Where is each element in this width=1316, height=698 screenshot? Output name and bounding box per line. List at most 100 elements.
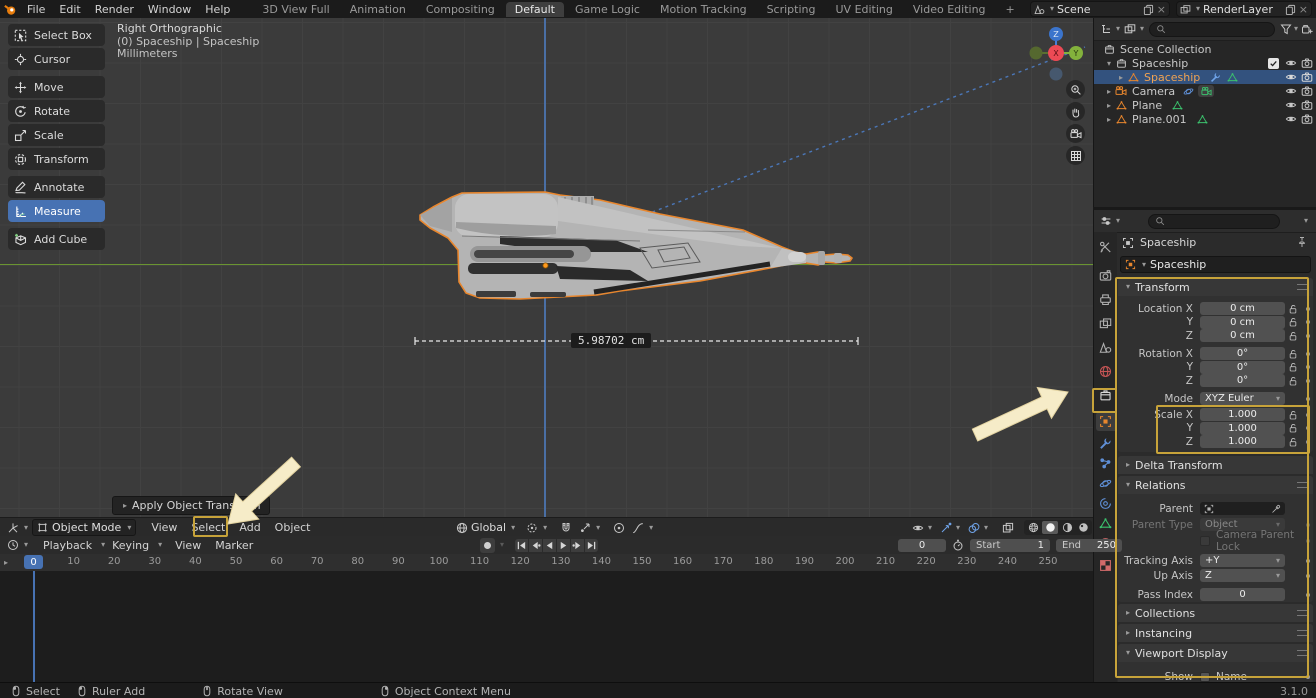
outliner-row-plane-001[interactable]: ▸ Plane.001 bbox=[1094, 112, 1316, 126]
disable-render-icon[interactable] bbox=[1301, 85, 1313, 97]
overlays-toggle-icon[interactable] bbox=[968, 522, 980, 534]
display-mode-icon[interactable] bbox=[1122, 23, 1138, 35]
workspace-tab-default[interactable]: Default bbox=[506, 2, 564, 17]
tab-object[interactable] bbox=[1096, 412, 1115, 431]
tab-object-data[interactable] bbox=[1098, 516, 1113, 531]
workspace-tab-scripting[interactable]: Scripting bbox=[758, 2, 825, 17]
scale-x-input[interactable]: 1.000 bbox=[1200, 408, 1285, 421]
location-x-input[interactable]: 0 cm bbox=[1200, 302, 1285, 315]
expander-right-icon[interactable]: ▸ bbox=[1104, 87, 1114, 96]
tab-view-layer[interactable] bbox=[1098, 316, 1113, 331]
orientation-label[interactable]: Global bbox=[471, 521, 506, 534]
disable-render-icon[interactable] bbox=[1301, 113, 1313, 125]
hide-eye-icon[interactable] bbox=[1285, 71, 1297, 83]
viewport-pan-button[interactable] bbox=[1066, 102, 1085, 121]
end-frame-input[interactable]: End 250 bbox=[1056, 539, 1122, 552]
previous-keyframe-button[interactable] bbox=[529, 539, 542, 552]
hide-eye-icon[interactable] bbox=[1285, 113, 1297, 125]
jump-to-start-button[interactable] bbox=[515, 539, 528, 552]
object-name-field[interactable]: ▾ Spaceship bbox=[1120, 256, 1311, 273]
outliner-row-plane[interactable]: ▸ Plane bbox=[1094, 98, 1316, 112]
viewport-menu-add[interactable]: Add bbox=[232, 521, 267, 534]
rotation-x-input[interactable]: 0° bbox=[1200, 347, 1285, 360]
lock-icon[interactable] bbox=[1285, 376, 1301, 386]
tool-scale[interactable]: Scale bbox=[8, 124, 105, 146]
shading-wireframe-icon[interactable] bbox=[1026, 522, 1040, 533]
location-z-input[interactable]: 0 cm bbox=[1200, 329, 1285, 342]
current-frame-input[interactable]: 0 bbox=[898, 539, 946, 552]
panel-grip-icon[interactable] bbox=[1297, 630, 1307, 636]
menu-window[interactable]: Window bbox=[141, 3, 198, 16]
mode-selector[interactable]: Object Mode ▾ bbox=[32, 519, 136, 536]
snap-with-icon[interactable] bbox=[579, 522, 591, 534]
hide-eye-icon[interactable] bbox=[1285, 99, 1297, 111]
workspace-tab-3d-view-full[interactable]: 3D View Full bbox=[253, 2, 338, 17]
play-button[interactable] bbox=[557, 539, 570, 552]
tab-render[interactable] bbox=[1098, 268, 1113, 283]
new-collection-icon[interactable] bbox=[1298, 23, 1316, 35]
workspace-tab-add[interactable]: + bbox=[997, 2, 1024, 17]
rotation-z-input[interactable]: 0° bbox=[1200, 374, 1285, 387]
animate-dot[interactable] bbox=[1306, 523, 1310, 527]
lock-icon[interactable] bbox=[1285, 437, 1301, 447]
workspace-tab-game-logic[interactable]: Game Logic bbox=[566, 2, 649, 17]
timeline-ruler[interactable]: ▸ 01020304050607080901001101201301401501… bbox=[0, 554, 1093, 572]
delta-transform-panel[interactable]: ▸Delta Transform bbox=[1118, 456, 1313, 474]
outliner-row-spaceship-collection[interactable]: ▾ Spaceship bbox=[1094, 56, 1316, 70]
outliner-row-spaceship-object[interactable]: ▸ Spaceship bbox=[1094, 70, 1316, 84]
jump-to-end-button[interactable] bbox=[585, 539, 598, 552]
lock-icon[interactable] bbox=[1285, 317, 1301, 327]
eyedropper-icon[interactable] bbox=[1271, 504, 1281, 514]
editor-type-properties-icon[interactable] bbox=[1098, 215, 1114, 227]
animate-dot[interactable] bbox=[1306, 413, 1310, 417]
pin-icon[interactable] bbox=[1296, 236, 1308, 248]
hide-eye-icon[interactable] bbox=[1285, 85, 1297, 97]
animate-dot[interactable] bbox=[1306, 559, 1310, 563]
panel-grip-icon[interactable] bbox=[1297, 284, 1307, 290]
editor-type-outliner-icon[interactable] bbox=[1098, 23, 1114, 35]
region-expand-icon[interactable]: ▸ bbox=[4, 559, 8, 567]
disable-render-icon[interactable] bbox=[1301, 99, 1313, 111]
tab-collection[interactable] bbox=[1098, 388, 1113, 403]
menu-file[interactable]: File bbox=[20, 3, 52, 16]
close-view-layer-icon[interactable]: × bbox=[1299, 3, 1308, 16]
lock-icon[interactable] bbox=[1285, 423, 1301, 433]
hide-eye-icon[interactable] bbox=[1285, 57, 1297, 69]
panel-grip-icon[interactable] bbox=[1297, 610, 1307, 616]
close-scene-icon[interactable]: × bbox=[1157, 3, 1166, 16]
pivot-point-icon[interactable] bbox=[526, 522, 538, 534]
animate-dot[interactable] bbox=[1306, 365, 1310, 369]
animate-dot[interactable] bbox=[1306, 379, 1310, 383]
parent-input[interactable] bbox=[1200, 502, 1285, 515]
tab-world[interactable] bbox=[1098, 364, 1113, 379]
viewport-toggle-ortho-button[interactable] bbox=[1066, 146, 1085, 165]
auto-keying-record-icon[interactable] bbox=[480, 538, 495, 553]
transform-orientation-icon[interactable] bbox=[456, 522, 468, 534]
animate-dot[interactable] bbox=[1306, 593, 1310, 597]
next-keyframe-button[interactable] bbox=[571, 539, 584, 552]
view-layer-selector[interactable]: ▾ RenderLayer × bbox=[1176, 1, 1312, 17]
navigation-gizmo[interactable]: Z Y X bbox=[1026, 22, 1086, 82]
workspace-tab-compositing[interactable]: Compositing bbox=[417, 2, 504, 17]
expander-right-icon[interactable]: ▸ bbox=[1104, 101, 1114, 110]
animate-dot[interactable] bbox=[1306, 426, 1310, 430]
up-axis-dropdown[interactable]: Z▾ bbox=[1200, 569, 1285, 582]
lock-icon[interactable] bbox=[1285, 304, 1301, 314]
outliner-row-scene-collection[interactable]: Scene Collection bbox=[1094, 42, 1316, 56]
timeline-menu-keying[interactable]: Keying bbox=[105, 539, 156, 552]
timeline-menu-playback[interactable]: Playback bbox=[36, 539, 99, 552]
viewport-display-header[interactable]: ▾ Viewport Display bbox=[1118, 644, 1313, 662]
tool-cursor[interactable]: Cursor bbox=[8, 48, 105, 70]
animate-dot[interactable] bbox=[1306, 397, 1310, 401]
animate-dot[interactable] bbox=[1306, 675, 1310, 679]
preview-range-stopwatch-icon[interactable] bbox=[952, 539, 964, 551]
pass-index-input[interactable]: 0 bbox=[1200, 588, 1285, 601]
camera-parent-lock-checkbox[interactable] bbox=[1200, 536, 1210, 546]
tab-output[interactable] bbox=[1098, 292, 1113, 307]
scale-z-input[interactable]: 1.000 bbox=[1200, 435, 1285, 448]
tool-measure[interactable]: Measure bbox=[8, 200, 105, 222]
tab-physics[interactable] bbox=[1098, 476, 1113, 491]
editor-type-3d-icon[interactable] bbox=[4, 522, 22, 534]
tab-texture[interactable] bbox=[1098, 558, 1113, 573]
location-y-input[interactable]: 0 cm bbox=[1200, 316, 1285, 329]
